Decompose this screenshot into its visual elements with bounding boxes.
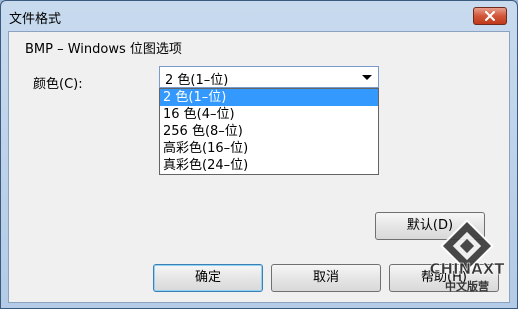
svg-text:中文版营: 中文版营 bbox=[445, 279, 489, 293]
color-combobox-value: 2 色(1–位) bbox=[165, 73, 229, 88]
chevron-down-icon[interactable] bbox=[362, 75, 372, 80]
color-dropdown-list: 2 色(1–位) 16 色(4–位) 256 色(8–位) 高彩色(16–位) … bbox=[159, 88, 379, 175]
close-icon bbox=[485, 11, 495, 21]
close-button[interactable] bbox=[473, 7, 507, 25]
group-title: BMP – Windows 位图选项 bbox=[25, 42, 182, 57]
watermark-logo: CHINAXT 中文版营 bbox=[429, 219, 506, 293]
color-option-16[interactable]: 16 色(4–位) bbox=[160, 106, 378, 123]
color-option-high[interactable]: 高彩色(16–位) bbox=[160, 140, 378, 157]
title-bar[interactable]: 文件格式 bbox=[1, 1, 517, 31]
svg-text:CHINAXT: CHINAXT bbox=[429, 260, 505, 278]
color-option-true[interactable]: 真彩色(24–位) bbox=[160, 157, 378, 174]
bmp-options-group: BMP – Windows 位图选项 颜色(C): 2 色(1–位) 2 色(1… bbox=[9, 32, 509, 246]
window-title: 文件格式 bbox=[9, 12, 62, 27]
color-option-2[interactable]: 2 色(1–位) bbox=[160, 89, 378, 106]
cancel-button[interactable]: 取消 bbox=[271, 264, 381, 292]
color-combobox[interactable]: 2 色(1–位) bbox=[159, 66, 379, 88]
dialog-window: 文件格式 BMP – Windows 位图选项 颜色(C): 2 色(1–位) … bbox=[0, 0, 518, 309]
color-option-256[interactable]: 256 色(8–位) bbox=[160, 123, 378, 140]
color-label: 颜色(C): bbox=[33, 77, 83, 92]
ok-button[interactable]: 确定 bbox=[153, 264, 263, 292]
